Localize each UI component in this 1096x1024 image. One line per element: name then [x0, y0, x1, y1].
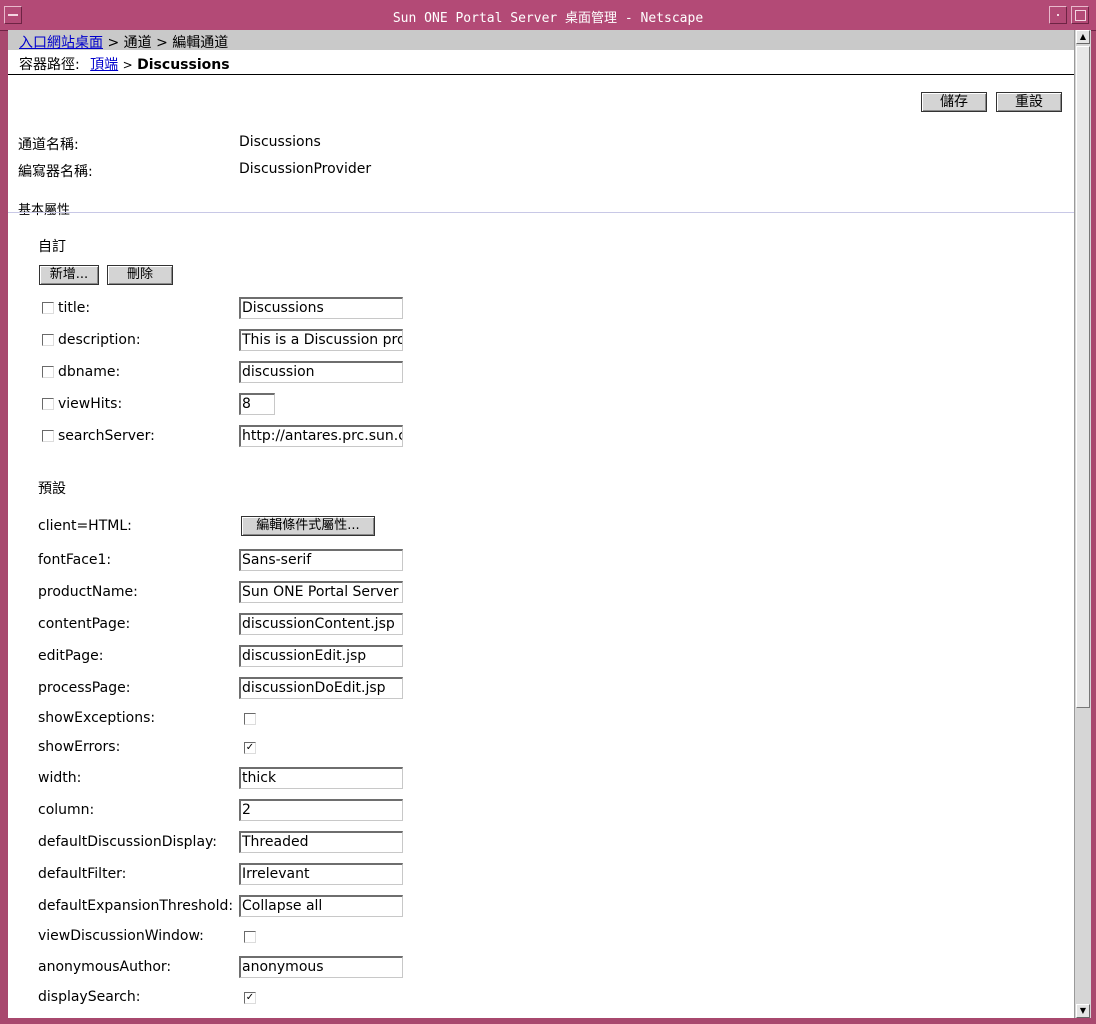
custom-viewhits-label: viewHits:	[58, 396, 123, 412]
custom-searchserver-input[interactable]: http://antares.prc.sun.com	[239, 425, 403, 447]
viewdiscussionwindow-label: viewDiscussionWindow:	[38, 928, 204, 944]
container-path-separator: >	[122, 58, 133, 72]
channel-name-label: 通道名稱:	[18, 137, 79, 153]
fontface1-input[interactable]: Sans-serif	[239, 549, 403, 571]
custom-dbname-input[interactable]: discussion	[239, 361, 403, 383]
delete-button[interactable]: 刪除	[107, 265, 173, 285]
width-input[interactable]: thick	[239, 767, 403, 789]
section-divider	[8, 212, 1074, 213]
defaultfilter-label: defaultFilter:	[38, 866, 127, 882]
select-searchserver-checkbox[interactable]	[42, 430, 54, 442]
basic-properties-heading: 基本屬性	[18, 203, 71, 218]
provider-name-label: 編寫器名稱:	[18, 164, 93, 180]
container-path-current: Discussions	[137, 57, 230, 73]
width-label: width:	[38, 770, 82, 786]
container-path-top-link[interactable]: 頂端	[90, 57, 118, 73]
save-button[interactable]: 儲存	[921, 92, 987, 112]
page-content: 入口網站桌面 > 通道 > 編輯通道 容器路徑: 頂端 > Discussion…	[8, 30, 1074, 1018]
breadcrumb: 入口網站桌面 > 通道 > 編輯通道	[19, 32, 228, 52]
showexceptions-label: showExceptions:	[38, 710, 156, 726]
add-button[interactable]: 新增...	[39, 265, 99, 285]
arrow-down-icon[interactable]: ▼	[1076, 1004, 1090, 1018]
defaultexpansionthreshold-label: defaultExpansionThreshold:	[38, 898, 234, 914]
select-title-checkbox[interactable]	[42, 302, 54, 314]
custom-description-label: description:	[58, 332, 141, 348]
container-path-label: 容器路徑:	[19, 57, 80, 73]
showerrors-label: showErrors:	[38, 739, 121, 755]
column-input[interactable]: 2	[239, 799, 403, 821]
displaysearch-checkbox[interactable]: ✓	[244, 992, 256, 1004]
defaultdiscussiondisplay-input[interactable]: Threaded	[239, 831, 403, 853]
productname-label: productName:	[38, 584, 138, 600]
contentpage-label: contentPage:	[38, 616, 131, 632]
custom-searchserver-label: searchServer:	[58, 428, 155, 444]
defaultfilter-input[interactable]: Irrelevant	[239, 863, 403, 885]
viewdiscussionwindow-checkbox[interactable]	[244, 931, 256, 943]
scrollbar-thumb[interactable]	[1076, 46, 1090, 708]
custom-title-label: title:	[58, 300, 91, 316]
showexceptions-checkbox[interactable]	[244, 713, 256, 725]
window-titlebar[interactable]: Sun ONE Portal Server 桌面管理 - Netscape	[0, 0, 1096, 31]
processpage-label: processPage:	[38, 680, 131, 696]
showerrors-checkbox[interactable]: ✓	[244, 742, 256, 754]
custom-viewhits-input[interactable]: 8	[239, 393, 275, 415]
check-icon: ✓	[245, 992, 255, 1003]
anonymousauthor-input[interactable]: anonymous	[239, 956, 403, 978]
window-title: Sun ONE Portal Server 桌面管理 - Netscape	[392, 11, 704, 26]
breadcrumb-home-link[interactable]: 入口網站桌面	[19, 35, 103, 51]
processpage-input[interactable]: discussionDoEdit.jsp	[239, 677, 403, 699]
header-divider	[8, 74, 1074, 75]
breadcrumb-rest: > 通道 > 編輯通道	[107, 35, 229, 51]
custom-heading: 自訂	[38, 239, 66, 255]
container-path: 容器路徑: 頂端 > Discussions	[19, 54, 230, 74]
maximize-icon[interactable]	[1071, 6, 1089, 24]
anonymousauthor-label: anonymousAuthor:	[38, 959, 172, 975]
select-dbname-checkbox[interactable]	[42, 366, 54, 378]
check-icon: ✓	[245, 742, 255, 753]
provider-name-value: DiscussionProvider	[239, 161, 372, 177]
defaults-heading: 預設	[38, 481, 66, 497]
fontface1-label: fontFace1:	[38, 552, 112, 568]
client-html-label: client=HTML:	[38, 518, 132, 534]
select-description-checkbox[interactable]	[42, 334, 54, 346]
defaultdiscussiondisplay-label: defaultDiscussionDisplay:	[38, 834, 218, 850]
custom-title-input[interactable]: Discussions	[239, 297, 403, 319]
displaysearch-label: displaySearch:	[38, 989, 141, 1005]
editpage-label: editPage:	[38, 648, 104, 664]
select-viewhits-checkbox[interactable]	[42, 398, 54, 410]
column-label: column:	[38, 802, 95, 818]
vertical-scrollbar[interactable]: ▲ ▼	[1074, 30, 1091, 1018]
defaultexpansionthreshold-input[interactable]: Collapse all	[239, 895, 403, 917]
custom-description-input[interactable]: This is a Discussion provider	[239, 329, 403, 351]
productname-input[interactable]: Sun ONE Portal Server	[239, 581, 403, 603]
minimize-icon[interactable]	[1049, 6, 1067, 24]
custom-dbname-label: dbname:	[58, 364, 121, 380]
editpage-input[interactable]: discussionEdit.jsp	[239, 645, 403, 667]
arrow-up-icon[interactable]: ▲	[1076, 30, 1090, 44]
channel-name-value: Discussions	[239, 134, 321, 150]
edit-conditional-properties-button[interactable]: 編輯條件式屬性...	[241, 516, 375, 536]
reset-button[interactable]: 重設	[996, 92, 1062, 112]
contentpage-input[interactable]: discussionContent.jsp	[239, 613, 403, 635]
